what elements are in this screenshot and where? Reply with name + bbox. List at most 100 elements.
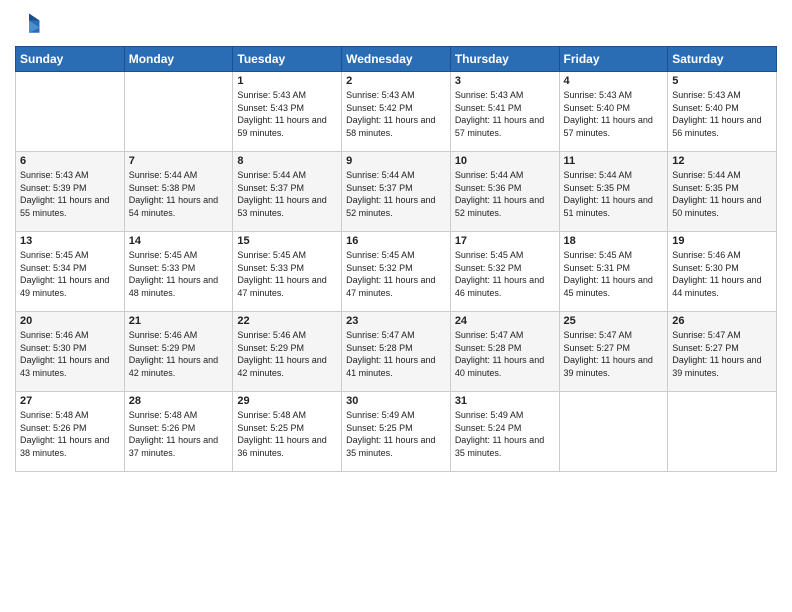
- calendar-cell: 5Sunrise: 5:43 AM Sunset: 5:40 PM Daylig…: [668, 72, 777, 152]
- week-row-4: 27 Sunrise: 5:48 AM Sunset: 5:26 PM Dayli…: [16, 392, 777, 472]
- day-number: 29: [237, 395, 337, 407]
- day-number: 4: [564, 75, 664, 87]
- cell-info: Sunrise: 5:45 AM Sunset: 5:32 PM Dayligh…: [455, 249, 555, 299]
- calendar-cell: 7 Sunrise: 5:44 AM Sunset: 5:38 PM Daylig…: [124, 152, 233, 232]
- header-saturday: Saturday: [668, 47, 777, 72]
- calendar-cell: 6 Sunrise: 5:43 AM Sunset: 5:39 PM Daylig…: [16, 152, 125, 232]
- cell-info: Sunrise: 5:47 AM Sunset: 5:27 PM Dayligh…: [564, 329, 664, 379]
- day-number: 8: [237, 155, 337, 167]
- calendar-cell: 1 Sunrise: 5:43 AM Sunset: 5:43 PM Daylig…: [233, 72, 342, 152]
- day-number: 5: [672, 75, 772, 87]
- cell-info: Sunrise: 5:45 AM Sunset: 5:34 PM Dayligh…: [20, 249, 120, 299]
- day-number: 13: [20, 235, 120, 247]
- calendar-cell: 29 Sunrise: 5:48 AM Sunset: 5:25 PM Dayli…: [233, 392, 342, 472]
- page: SundayMondayTuesdayWednesdayThursdayFrid…: [0, 0, 792, 612]
- cell-info: Sunrise: 5:46 AM Sunset: 5:29 PM Dayligh…: [129, 329, 229, 379]
- calendar-cell: 10Sunrise: 5:44 AM Sunset: 5:36 PM Dayli…: [450, 152, 559, 232]
- cell-info: Sunrise: 5:48 AM Sunset: 5:26 PM Dayligh…: [20, 409, 120, 459]
- header: [15, 10, 777, 38]
- week-row-1: 6 Sunrise: 5:43 AM Sunset: 5:39 PM Daylig…: [16, 152, 777, 232]
- day-number: 15: [237, 235, 337, 247]
- cell-info: Sunrise: 5:47 AM Sunset: 5:28 PM Dayligh…: [455, 329, 555, 379]
- calendar-cell: 28 Sunrise: 5:48 AM Sunset: 5:26 PM Dayli…: [124, 392, 233, 472]
- cell-info: Sunrise: 5:45 AM Sunset: 5:31 PM Dayligh…: [564, 249, 664, 299]
- calendar-cell: 17 Sunrise: 5:45 AM Sunset: 5:32 PM Dayli…: [450, 232, 559, 312]
- calendar-cell: 22 Sunrise: 5:46 AM Sunset: 5:29 PM Dayli…: [233, 312, 342, 392]
- day-number: 31: [455, 395, 555, 407]
- calendar-cell: 8 Sunrise: 5:44 AM Sunset: 5:37 PM Daylig…: [233, 152, 342, 232]
- day-number: 16: [346, 235, 446, 247]
- day-number: 28: [129, 395, 229, 407]
- day-number: 17: [455, 235, 555, 247]
- header-tuesday: Tuesday: [233, 47, 342, 72]
- day-number: 22: [237, 315, 337, 327]
- calendar-cell: [559, 392, 668, 472]
- calendar-cell: 23Sunrise: 5:47 AM Sunset: 5:28 PM Dayli…: [342, 312, 451, 392]
- cell-info: Sunrise: 5:46 AM Sunset: 5:30 PM Dayligh…: [20, 329, 120, 379]
- calendar-cell: [16, 72, 125, 152]
- cell-info: Sunrise: 5:43 AM Sunset: 5:39 PM Dayligh…: [20, 169, 120, 219]
- calendar-cell: 20 Sunrise: 5:46 AM Sunset: 5:30 PM Dayli…: [16, 312, 125, 392]
- day-number: 27: [20, 395, 120, 407]
- week-row-2: 13 Sunrise: 5:45 AM Sunset: 5:34 PM Dayli…: [16, 232, 777, 312]
- calendar-cell: 27 Sunrise: 5:48 AM Sunset: 5:26 PM Dayli…: [16, 392, 125, 472]
- header-friday: Friday: [559, 47, 668, 72]
- day-number: 11: [564, 155, 664, 167]
- calendar-cell: 18Sunrise: 5:45 AM Sunset: 5:31 PM Dayli…: [559, 232, 668, 312]
- cell-info: Sunrise: 5:44 AM Sunset: 5:37 PM Dayligh…: [346, 169, 446, 219]
- day-number: 25: [564, 315, 664, 327]
- calendar-cell: 9 Sunrise: 5:44 AM Sunset: 5:37 PM Daylig…: [342, 152, 451, 232]
- cell-info: Sunrise: 5:44 AM Sunset: 5:35 PM Dayligh…: [564, 169, 664, 219]
- calendar-cell: 25 Sunrise: 5:47 AM Sunset: 5:27 PM Dayli…: [559, 312, 668, 392]
- cell-info: Sunrise: 5:45 AM Sunset: 5:33 PM Dayligh…: [237, 249, 337, 299]
- day-number: 9: [346, 155, 446, 167]
- day-number: 21: [129, 315, 229, 327]
- day-number: 20: [20, 315, 120, 327]
- calendar-cell: 11 Sunrise: 5:44 AM Sunset: 5:35 PM Dayli…: [559, 152, 668, 232]
- cell-info: Sunrise: 5:43 AM Sunset: 5:43 PM Dayligh…: [237, 89, 337, 139]
- cell-info: Sunrise: 5:45 AM Sunset: 5:32 PM Dayligh…: [346, 249, 446, 299]
- calendar-cell: 12Sunrise: 5:44 AM Sunset: 5:35 PM Dayli…: [668, 152, 777, 232]
- cell-info: Sunrise: 5:43 AM Sunset: 5:42 PM Dayligh…: [346, 89, 446, 139]
- day-number: 6: [20, 155, 120, 167]
- week-row-3: 20 Sunrise: 5:46 AM Sunset: 5:30 PM Dayli…: [16, 312, 777, 392]
- calendar-cell: 15 Sunrise: 5:45 AM Sunset: 5:33 PM Dayli…: [233, 232, 342, 312]
- cell-info: Sunrise: 5:47 AM Sunset: 5:28 PM Dayligh…: [346, 329, 446, 379]
- header-thursday: Thursday: [450, 47, 559, 72]
- day-number: 19: [672, 235, 772, 247]
- cell-info: Sunrise: 5:49 AM Sunset: 5:24 PM Dayligh…: [455, 409, 555, 459]
- calendar-cell: 4 Sunrise: 5:43 AM Sunset: 5:40 PM Daylig…: [559, 72, 668, 152]
- cell-info: Sunrise: 5:44 AM Sunset: 5:38 PM Dayligh…: [129, 169, 229, 219]
- day-number: 26: [672, 315, 772, 327]
- cell-info: Sunrise: 5:46 AM Sunset: 5:30 PM Dayligh…: [672, 249, 772, 299]
- header-sunday: Sunday: [16, 47, 125, 72]
- day-number: 1: [237, 75, 337, 87]
- calendar-table: SundayMondayTuesdayWednesdayThursdayFrid…: [15, 46, 777, 472]
- cell-info: Sunrise: 5:43 AM Sunset: 5:41 PM Dayligh…: [455, 89, 555, 139]
- header-monday: Monday: [124, 47, 233, 72]
- calendar-cell: 31 Sunrise: 5:49 AM Sunset: 5:24 PM Dayli…: [450, 392, 559, 472]
- header-wednesday: Wednesday: [342, 47, 451, 72]
- calendar-header-row: SundayMondayTuesdayWednesdayThursdayFrid…: [16, 47, 777, 72]
- calendar-cell: 14 Sunrise: 5:45 AM Sunset: 5:33 PM Dayli…: [124, 232, 233, 312]
- cell-info: Sunrise: 5:44 AM Sunset: 5:36 PM Dayligh…: [455, 169, 555, 219]
- calendar-cell: 13 Sunrise: 5:45 AM Sunset: 5:34 PM Dayli…: [16, 232, 125, 312]
- cell-info: Sunrise: 5:48 AM Sunset: 5:26 PM Dayligh…: [129, 409, 229, 459]
- day-number: 12: [672, 155, 772, 167]
- cell-info: Sunrise: 5:46 AM Sunset: 5:29 PM Dayligh…: [237, 329, 337, 379]
- calendar-cell: [668, 392, 777, 472]
- calendar-cell: 3Sunrise: 5:43 AM Sunset: 5:41 PM Daylig…: [450, 72, 559, 152]
- week-row-0: 1 Sunrise: 5:43 AM Sunset: 5:43 PM Daylig…: [16, 72, 777, 152]
- day-number: 14: [129, 235, 229, 247]
- day-number: 7: [129, 155, 229, 167]
- calendar-cell: [124, 72, 233, 152]
- cell-info: Sunrise: 5:47 AM Sunset: 5:27 PM Dayligh…: [672, 329, 772, 379]
- calendar-cell: 19 Sunrise: 5:46 AM Sunset: 5:30 PM Dayli…: [668, 232, 777, 312]
- cell-info: Sunrise: 5:43 AM Sunset: 5:40 PM Dayligh…: [564, 89, 664, 139]
- logo: [15, 10, 45, 38]
- cell-info: Sunrise: 5:48 AM Sunset: 5:25 PM Dayligh…: [237, 409, 337, 459]
- cell-info: Sunrise: 5:44 AM Sunset: 5:37 PM Dayligh…: [237, 169, 337, 219]
- calendar-cell: 24Sunrise: 5:47 AM Sunset: 5:28 PM Dayli…: [450, 312, 559, 392]
- day-number: 30: [346, 395, 446, 407]
- cell-info: Sunrise: 5:45 AM Sunset: 5:33 PM Dayligh…: [129, 249, 229, 299]
